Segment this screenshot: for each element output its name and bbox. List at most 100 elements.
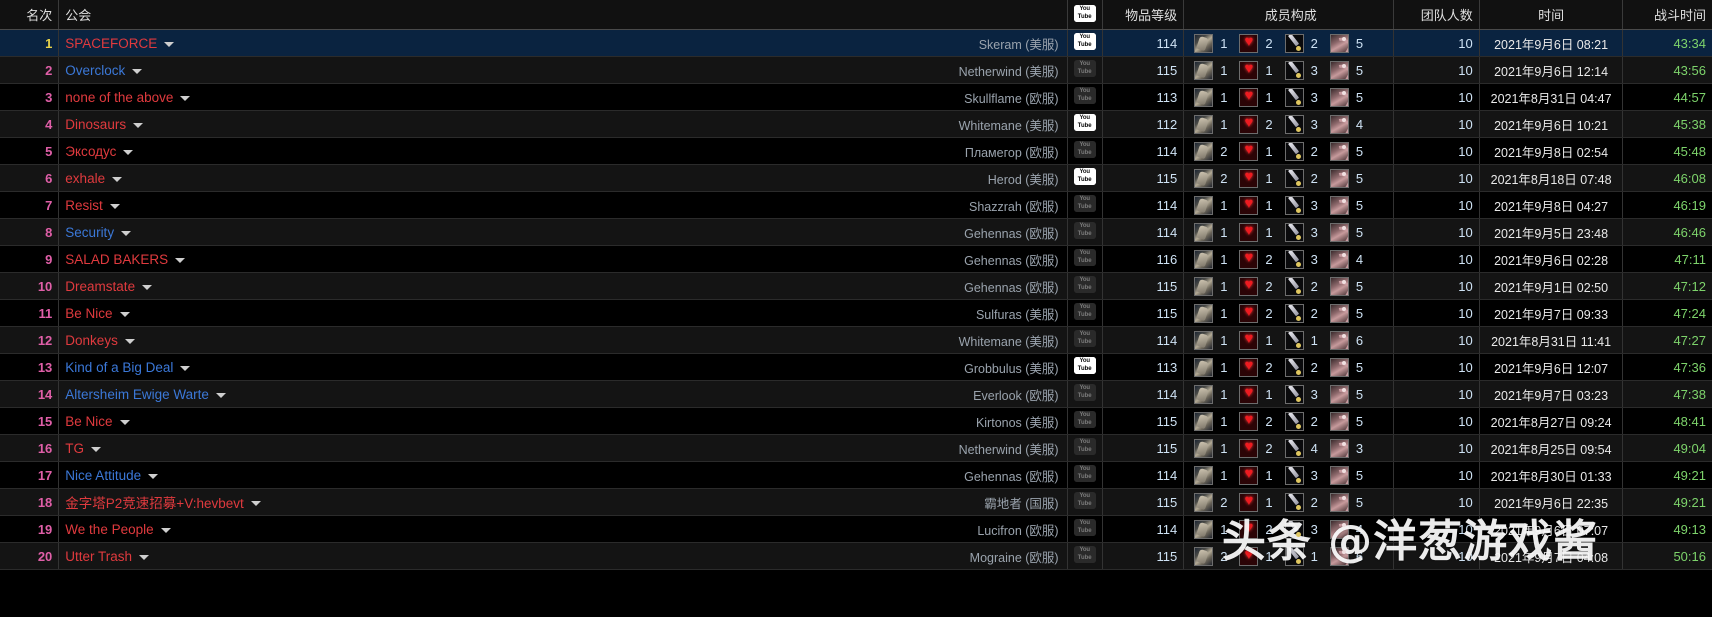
chevron-down-icon[interactable] <box>148 473 159 479</box>
composition-cell: 2 1 1 6 <box>1183 542 1395 570</box>
youtube-icon[interactable]: You Tube <box>1073 114 1096 131</box>
header-duration[interactable]: 战斗时间 <box>1622 0 1712 30</box>
guild-name-link[interactable]: SPACEFORCE <box>65 36 157 51</box>
guild-name-link[interactable]: Nice Attitude <box>65 468 141 483</box>
youtube-cell[interactable]: You Tube <box>1067 29 1103 57</box>
chevron-down-icon[interactable] <box>123 149 134 155</box>
table-row[interactable]: 18 金字塔P2竞速招募+V:hevbevt 霸地者 (国服) You Tube 115 2… <box>0 488 1712 516</box>
table-row[interactable]: 16 TG Netherwind (美服) YouTube 115 1 2 4 3 10 2021年… <box>0 434 1712 462</box>
table-row[interactable]: 10DreamstateGehennas (欧服)YouTube11512251… <box>0 272 1712 300</box>
time-value: 2021年9月8日 04:27 <box>1494 199 1609 214</box>
realm-label: Skullflame (欧服) <box>964 91 1059 106</box>
guild-name-link[interactable]: exhale <box>65 171 105 186</box>
table-row[interactable]: 5 Эксодус Пламегор (欧服) YouTube 114 2 1 2 5 10 202… <box>0 137 1712 165</box>
realm-label: Netherwind (美服) <box>958 442 1059 457</box>
guild-name-link[interactable]: We the People <box>65 522 153 537</box>
header-guild[interactable]: 公会 <box>58 0 1068 30</box>
youtube-icon[interactable]: You Tube <box>1073 357 1096 374</box>
table-row[interactable]: 4 Dinosaurs Whitemane (美服) YouTube 112 1 2 3 4 10… <box>0 110 1712 138</box>
chevron-down-icon[interactable] <box>112 176 123 182</box>
header-time[interactable]: 时间 <box>1479 0 1624 30</box>
youtube-icon: You Tube <box>1073 141 1096 158</box>
chevron-down-icon[interactable] <box>121 230 132 236</box>
table-row[interactable]: 14 Altersheim Ewige Warte Everlook (欧服) You… <box>0 380 1712 408</box>
chevron-down-icon[interactable] <box>250 500 261 506</box>
guild-name-link[interactable]: Эксодус <box>65 144 116 159</box>
table-row[interactable]: 19 We the People Lucifron (欧服) YouTube 114 1 2… <box>0 515 1712 543</box>
composition-cell: 1 2 2 5 <box>1183 272 1395 300</box>
claw-icon <box>1329 357 1349 377</box>
guild-name-link[interactable]: 金字塔P2竞速招募+V:hevbevt <box>65 492 243 512</box>
youtube-cell[interactable]: You Tube <box>1067 353 1103 381</box>
guild-name-link[interactable]: Overclock <box>65 63 125 78</box>
header-composition[interactable]: 成员构成 <box>1183 0 1395 30</box>
table-row[interactable]: 17Nice AttitudeGehennas (欧服)YouTube11411… <box>0 461 1712 489</box>
table-row[interactable]: 9 SALAD BAKERS Gehennas (欧服) YouTube 116 1 2 3 4… <box>0 245 1712 273</box>
item-level-cell: 114 <box>1102 515 1185 543</box>
table-row[interactable]: 11 Be Nice Sulfuras (美服) YouTube 115 1 2 2 5 10 20… <box>0 299 1712 327</box>
table-row[interactable]: 15 Be Nice Kirtonos (美服) YouTube 115 1 2 2 5 10 20… <box>0 407 1712 435</box>
chevron-down-icon[interactable] <box>133 122 144 128</box>
youtube-icon[interactable]: You Tube <box>1073 33 1096 50</box>
guild-name-link[interactable]: Kind of a Big Deal <box>65 360 173 375</box>
class-count-group: 2 <box>1194 546 1227 566</box>
time-cell: 2021年9月8日 02:54 <box>1479 137 1624 165</box>
chevron-down-icon[interactable] <box>119 419 130 425</box>
youtube-icon: You Tube <box>1073 465 1096 482</box>
class-composition: 1 2 2 5 <box>1194 357 1387 377</box>
guild-name-link[interactable]: Dinosaurs <box>65 117 126 132</box>
chevron-down-icon[interactable] <box>160 527 171 533</box>
chevron-down-icon[interactable] <box>142 284 153 290</box>
class-composition: 2 1 2 5 <box>1194 168 1387 188</box>
class-count-value: 1 <box>1265 224 1273 240</box>
table-row[interactable]: 7 Resist Shazzrah (欧服) YouTube 114 1 1 3 5 10 2021… <box>0 191 1712 219</box>
chevron-down-icon[interactable] <box>180 365 191 371</box>
chevron-down-icon[interactable] <box>164 41 175 47</box>
class-count-group: 1 <box>1194 114 1227 134</box>
guild-name-link[interactable]: Be Nice <box>65 306 112 321</box>
header-item-level[interactable]: 物品等级 <box>1102 0 1185 30</box>
rank-cell: 11 <box>0 299 60 327</box>
rank-cell: 1 <box>0 29 60 57</box>
guild-name-link[interactable]: none of the above <box>65 90 173 105</box>
guild-name-link[interactable]: Be Nice <box>65 414 112 429</box>
guild-name-link[interactable]: TG <box>65 441 84 456</box>
chevron-down-icon[interactable] <box>180 95 191 101</box>
chevron-down-icon[interactable] <box>139 554 150 560</box>
chevron-down-icon[interactable] <box>109 203 120 209</box>
chevron-down-icon[interactable] <box>124 338 135 344</box>
table-row[interactable]: 1 SPACEFORCE Skeram (美服) YouTube 114 1 2 2 5 10 20… <box>0 29 1712 57</box>
header-raid-size[interactable]: 团队人数 <box>1393 0 1480 30</box>
class-count-group: 2 <box>1284 141 1318 161</box>
class-count-value: 1 <box>1265 62 1273 78</box>
chevron-down-icon[interactable] <box>91 446 102 452</box>
table-row[interactable]: 8 Security Gehennas (欧服) YouTube 114 1 1 3 5 10 20… <box>0 218 1712 246</box>
item-level-cell: 115 <box>1102 542 1185 570</box>
guild-name-link[interactable]: Utter Trash <box>65 549 132 564</box>
chevron-down-icon[interactable] <box>132 68 143 74</box>
guild-name-link[interactable]: Donkeys <box>65 333 118 348</box>
guild-name-link[interactable]: Altersheim Ewige Warte <box>65 387 209 402</box>
guild-name-link[interactable]: Dreamstate <box>65 279 135 294</box>
chevron-down-icon[interactable] <box>175 257 186 263</box>
guild-name-link[interactable]: SALAD BAKERS <box>65 252 168 267</box>
table-row[interactable]: 12 Donkeys Whitemane (美服) YouTube 114 1 1 1 6 10 2… <box>0 326 1712 354</box>
table-row[interactable]: 20 Utter Trash Mograine (欧服) YouTube 115 2 1 1 6… <box>0 542 1712 570</box>
table-row[interactable]: 3 none of the above Skullflame (欧服) You Tube… <box>0 83 1712 111</box>
guild-cell: TG Netherwind (美服) <box>58 434 1068 462</box>
header-rank[interactable]: 名次 <box>0 0 60 30</box>
table-row[interactable]: 2OverclockNetherwind (美服)YouTube11511351… <box>0 56 1712 84</box>
chevron-down-icon[interactable] <box>119 311 130 317</box>
chevron-down-icon[interactable] <box>215 392 226 398</box>
youtube-cell[interactable]: You Tube <box>1067 110 1103 138</box>
guild-name-link[interactable]: Resist <box>65 198 103 213</box>
table-row[interactable]: 13 Kind of a Big Deal Grobbulus (美服) You Tub… <box>0 353 1712 381</box>
youtube-icon[interactable]: You Tube <box>1073 168 1096 185</box>
item-level-value: 115 <box>1156 62 1178 78</box>
guild-name-link[interactable]: Security <box>65 225 114 240</box>
composition-cell: 1 1 3 5 <box>1183 380 1395 408</box>
youtube-cell: You Tube <box>1067 299 1103 327</box>
class-count-value: 1 <box>1220 386 1228 402</box>
youtube-cell[interactable]: You Tube <box>1067 164 1103 192</box>
table-row[interactable]: 6 exhale Herod (美服) YouTube 115 2 1 2 5 10 2021年8月… <box>0 164 1712 192</box>
